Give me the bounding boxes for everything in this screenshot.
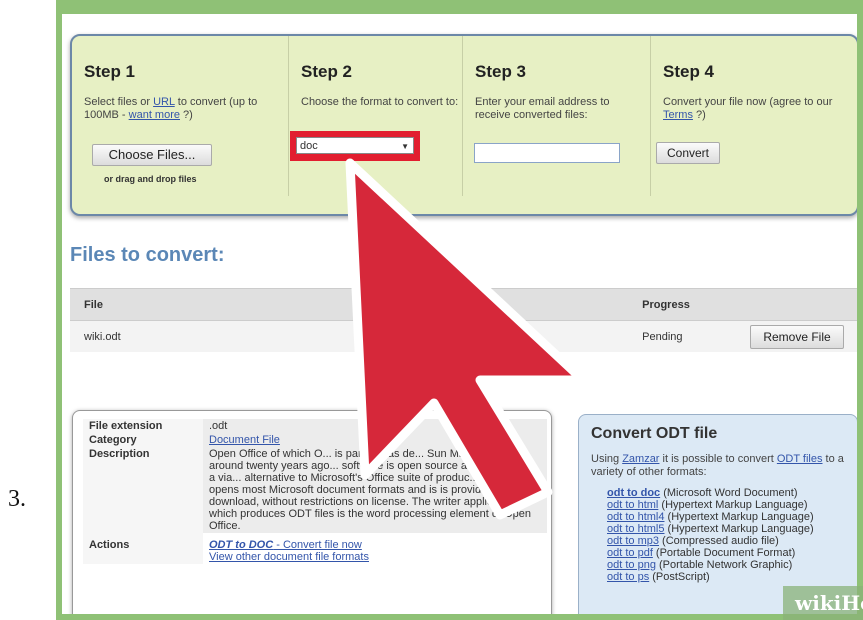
file-name: wiki.odt <box>70 320 320 352</box>
choose-files-button[interactable]: Choose Files... <box>92 144 212 166</box>
dropdown-arrow-icon: ▼ <box>401 142 409 151</box>
info-value: .odt <box>203 419 547 433</box>
document-file-link[interactable]: Document File <box>209 434 280 446</box>
header-action <box>736 288 857 321</box>
list-item: odt to pdf (Portable Document Format) <box>607 547 796 559</box>
list-item: odt to doc (Microsoft Word Document) <box>607 487 798 499</box>
remove-file-button[interactable]: Remove File <box>750 324 844 349</box>
other-formats-link[interactable]: View other document file formats <box>209 551 369 563</box>
info-description: Open Office of which O... is part of was… <box>203 447 547 533</box>
step-4: Step 4 Convert your file now (agree to o… <box>650 36 855 196</box>
table-row: wiki.odt Pending Remove File <box>70 320 857 352</box>
step-number: 3. <box>8 486 26 512</box>
drag-drop-note: or drag and drop files <box>104 174 197 184</box>
table-header: File Size Progress <box>70 288 857 321</box>
header-progress: Progress <box>628 288 736 321</box>
wikihow-watermark: wikiHow <box>783 586 863 620</box>
url-link[interactable]: URL <box>153 96 175 108</box>
format-link[interactable]: odt to html5 <box>607 523 664 535</box>
terms-link[interactable]: Terms <box>663 109 693 121</box>
format-link[interactable]: odt to pdf <box>607 547 653 559</box>
zamzar-link[interactable]: Zamzar <box>622 453 659 465</box>
format-link[interactable]: odt to ps <box>607 571 649 583</box>
list-item: odt to html5 (Hypertext Markup Language) <box>607 523 814 535</box>
list-item: odt to html (Hypertext Markup Language) <box>607 499 808 511</box>
step-2-description: Choose the format to convert to: <box>301 96 459 108</box>
format-select[interactable]: doc ▼ <box>296 137 414 154</box>
info-row: Description Open Office of which O... is… <box>83 447 547 533</box>
info-key: Actions <box>83 533 203 564</box>
odt-files-link[interactable]: ODT files <box>777 453 823 465</box>
step-2-title: Step 2 <box>301 62 353 81</box>
info-row: File extension .odt <box>83 419 547 433</box>
step-3-description: Enter your email address to receive conv… <box>475 96 610 121</box>
header-file: File <box>70 288 320 321</box>
odt-to-doc-link[interactable]: ODT to DOC <box>209 539 273 551</box>
list-item: odt to ps (PostScript) <box>607 571 710 583</box>
convert-odt-title: Convert ODT file <box>591 425 718 442</box>
convert-button[interactable]: Convert <box>656 142 720 164</box>
convert-odt-box: Convert ODT file Using Zamzar it is poss… <box>578 414 857 614</box>
file-info-box: File extension .odt Category Document Fi… <box>72 410 552 614</box>
header-size: Size <box>319 288 629 321</box>
format-link[interactable]: odt to html4 <box>607 511 664 523</box>
step-3-title: Step 3 <box>475 62 527 81</box>
step-1: Step 1 Select files or URL to convert (u… <box>72 36 274 196</box>
info-key: Category <box>83 433 203 447</box>
list-item: odt to html4 (Hypertext Markup Language) <box>607 511 814 523</box>
step-1-description: Select files or URL to convert (up to 10… <box>84 96 258 121</box>
file-progress: Pending <box>628 320 736 352</box>
files-to-convert-title: Files to convert: <box>70 244 225 266</box>
email-input[interactable] <box>474 143 620 163</box>
step-1-title: Step 1 <box>84 62 136 81</box>
zamzar-page: Step 1 Select files or URL to convert (u… <box>62 14 857 614</box>
step-4-description: Convert your file now (agree to our Term… <box>663 96 833 121</box>
info-key: Description <box>83 447 203 533</box>
step-2: Step 2 Choose the format to convert to: <box>288 36 462 196</box>
step-3: Step 3 Enter your email address to recei… <box>462 36 648 196</box>
format-link[interactable]: odt to doc <box>607 487 660 499</box>
format-list: odt to doc (Microsoft Word Document) odt… <box>579 487 857 583</box>
info-row: Category Document File <box>83 433 547 447</box>
step-4-title: Step 4 <box>663 62 715 81</box>
want-more-link[interactable]: want more <box>129 109 180 121</box>
info-key: File extension <box>83 419 203 433</box>
file-size <box>319 320 629 352</box>
info-row: Actions ODT to DOC - Convert file now Vie… <box>83 533 547 564</box>
list-item: odt to png (Portable Network Graphic) <box>607 559 793 571</box>
convert-odt-intro: Using Zamzar it is possible to convert O… <box>591 453 844 478</box>
list-item: odt to mp3 (Compressed audio file) <box>607 535 779 547</box>
format-link[interactable]: odt to mp3 <box>607 535 659 547</box>
files-table: File Size Progress wiki.odt Pending Remo… <box>70 288 857 352</box>
format-link[interactable]: odt to png <box>607 559 656 571</box>
format-link[interactable]: odt to html <box>607 499 658 511</box>
steps-panel: Step 1 Select files or URL to convert (u… <box>70 34 857 216</box>
convert-now-link[interactable]: - Convert file now <box>273 539 362 551</box>
